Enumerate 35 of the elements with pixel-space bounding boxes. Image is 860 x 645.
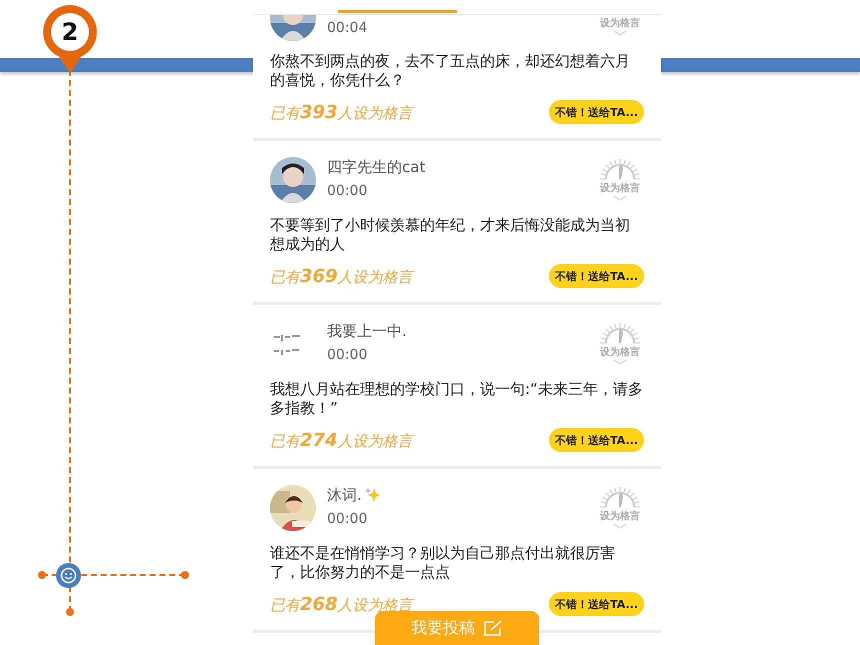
dot [181, 571, 189, 579]
set-motto-button[interactable]: 设为格言 [596, 483, 644, 537]
chevron-down-icon [613, 359, 627, 365]
dot [38, 571, 46, 579]
send-button[interactable]: 不错！送给TA... [549, 100, 644, 124]
send-button[interactable]: 不错！送给TA... [549, 264, 644, 288]
set-motto-button[interactable]: 设为格言 [596, 319, 644, 373]
motto-count: 已有369人设为格言 [270, 266, 413, 286]
set-motto-button[interactable]: 设为格言 [596, 15, 644, 36]
quote-text: 不要等到了小时候羡慕的年纪，才来后悔没能成为当初想成为的人 [270, 216, 631, 255]
user-name: 我要上一中. [327, 322, 407, 340]
send-button[interactable]: 不错！送给TA... [549, 592, 644, 616]
user-name: 沐词. [327, 486, 362, 504]
smiley-icon [56, 563, 81, 588]
post-time: 00:04 [327, 20, 368, 36]
motto-count: 已有393人设为格言 [270, 102, 413, 122]
set-motto-button[interactable]: 设为格言 [596, 155, 644, 209]
post-time: 00:00 [327, 511, 368, 527]
map-pin-icon [41, 3, 99, 75]
dot [66, 608, 74, 616]
quote-text: 谁还不是在悄悄学习？别以为自己那点付出就很厉害了，比你努力的不是一点点 [270, 544, 616, 583]
submit-button[interactable]: 我要投稿 [375, 611, 539, 645]
post-time: 00:00 [327, 183, 368, 199]
step-number: 2 [60, 17, 80, 48]
quote-text: 我想八月站在理想的学校门口，说一句:“未来三年，请多多指教！” [270, 380, 644, 419]
sparkle-icon [364, 487, 381, 503]
motto-count: 已有274人设为格言 [270, 430, 413, 450]
edit-icon [483, 620, 503, 636]
post-time: 00:00 [327, 347, 368, 363]
quote-text: 你熬不到两点的夜，去不了五点的床，却还幻想着六月的喜悦，你凭什么？ [270, 52, 631, 91]
chevron-down-icon [613, 30, 627, 36]
user-name: 四字先生的cat [327, 158, 426, 176]
send-button[interactable]: 不错！送给TA... [549, 428, 644, 452]
chevron-down-icon [613, 523, 627, 529]
chevron-down-icon [613, 195, 627, 201]
